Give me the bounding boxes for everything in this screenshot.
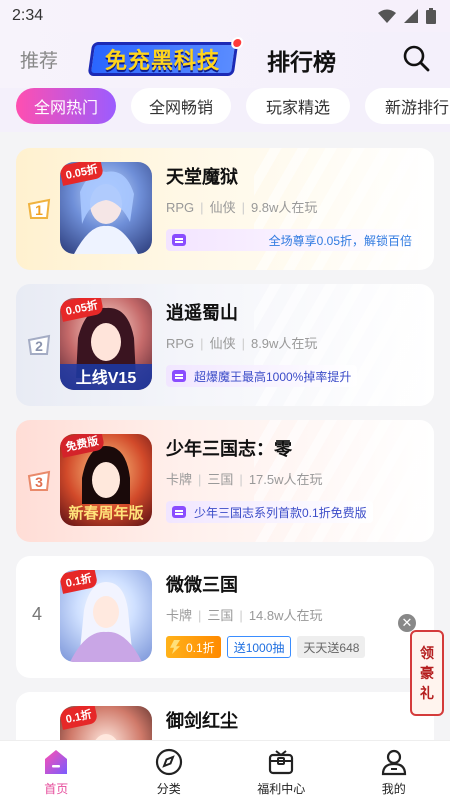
message-icon: [172, 506, 186, 518]
list-item[interactable]: 4 0.1折 微微三国 卡牌 | 三国 | 14.8w人在玩 0.1折 送1000抽 天…: [16, 556, 434, 678]
nav-profile[interactable]: 我的: [338, 741, 450, 800]
game-icon[interactable]: 上线V15 0.05折: [60, 298, 152, 390]
rank-number: 4: [32, 604, 43, 624]
ranking-list: 1 0.05折 天堂魔狱 RPG | 仙侠 | 9.8w人在玩 全场尊享0.05折，解锁…: [0, 132, 450, 740]
game-name: 天堂魔狱: [166, 167, 238, 187]
game-name: 御剑红尘: [166, 711, 238, 731]
svg-text:2: 2: [35, 338, 43, 354]
gift-floating-button[interactable]: 领 豪 礼 ✕: [398, 614, 450, 718]
promo-text: 全场尊享0.05折，解锁百倍: [268, 233, 412, 248]
message-icon: [172, 234, 186, 246]
game-name: 少年三国志：零: [166, 439, 292, 459]
page-title[interactable]: 排行榜: [267, 43, 336, 77]
gift-banner[interactable]: 领 豪 礼: [410, 630, 444, 716]
discount-tag: 0.1折: [166, 636, 221, 658]
status-icons: [378, 8, 436, 24]
status-bar: 2:34: [0, 0, 450, 32]
list-item[interactable]: 0.1折 御剑红尘: [16, 692, 434, 740]
list-item[interactable]: 2 上线V15 0.05折 逍遥蜀山 RPG | 仙侠 | 8.9w人在玩 超爆魔王最高…: [16, 284, 434, 406]
promo-text: 超爆魔王最高1000%掉率提升: [194, 369, 352, 384]
app-logo: 免充黑科技: [87, 37, 245, 76]
wifi-icon: [378, 9, 396, 23]
user-icon: [381, 749, 406, 776]
tab-new-games[interactable]: 新游排行: [365, 88, 450, 124]
svg-text:1: 1: [35, 202, 43, 218]
tab-player-picks[interactable]: 玩家精选: [246, 88, 351, 124]
game-icon[interactable]: 0.1折: [60, 706, 152, 740]
battery-icon: [426, 8, 436, 24]
game-meta: 卡牌 | 三国 | 14.8w人在玩: [166, 608, 323, 623]
list-item[interactable]: 3 新春周年版 免费版 少年三国志：零 卡牌 | 三国 | 17.5w人在玩 少年三国志…: [16, 420, 434, 542]
status-time: 2:34: [12, 7, 44, 24]
top-header: 推荐 免充黑科技 排行榜: [0, 32, 450, 88]
gift-box-icon: [269, 750, 294, 775]
home-icon: [45, 750, 68, 774]
promo-banner: 少年三国志系列首款0.1折免费版: [166, 501, 373, 523]
game-name: 微微三国: [166, 575, 238, 595]
nav-profile-label: 我的: [381, 782, 406, 796]
game-icon[interactable]: 0.05折: [60, 162, 152, 254]
nav-home-label: 首页: [44, 782, 69, 796]
close-icon[interactable]: ✕: [398, 614, 416, 632]
promo-banner: 超爆魔王最高1000%掉率提升: [166, 365, 358, 387]
svg-text:新春周年版: 新春周年版: [68, 504, 143, 522]
game-icon[interactable]: 新春周年版 免费版: [60, 434, 152, 526]
promo-text: 少年三国志系列首款0.1折免费版: [194, 505, 367, 520]
tab-bestselling[interactable]: 全网畅销: [131, 88, 231, 124]
nav-category-label: 分类: [156, 782, 181, 796]
list-item[interactable]: 1 0.05折 天堂魔狱 RPG | 仙侠 | 9.8w人在玩 全场尊享0.05折，解锁…: [16, 148, 434, 270]
rank-1-icon: 1: [27, 198, 51, 219]
bottom-nav: 首页 分类 福利中心 我的: [0, 740, 450, 800]
search-icon[interactable]: [402, 44, 430, 72]
svg-text:上线V15: 上线V15: [76, 368, 137, 387]
game-meta: RPG | 仙侠 | 9.8w人在玩: [166, 200, 318, 215]
tab-recommend[interactable]: 推荐: [20, 46, 58, 73]
nav-welfare[interactable]: 福利中心: [225, 741, 338, 800]
game-icon[interactable]: 0.1折: [60, 570, 152, 662]
tag-row: 0.1折 送1000抽 天天送648: [166, 636, 366, 658]
logo-text: 免充黑科技: [105, 48, 221, 73]
signal-icon: [404, 9, 418, 23]
compass-icon: [155, 748, 182, 776]
promo-banner: 全场尊享0.05折，解锁百倍: [166, 229, 418, 251]
lightning-icon: [170, 640, 180, 654]
daily-gift-tag: 天天送648: [297, 636, 366, 658]
rank-2-icon: 2: [27, 334, 51, 355]
game-meta: RPG | 仙侠 | 8.9w人在玩: [166, 336, 318, 351]
svg-text:3: 3: [35, 474, 43, 490]
draw-tag: 送1000抽: [226, 636, 292, 658]
game-meta: 卡牌 | 三国 | 17.5w人在玩: [166, 472, 323, 487]
game-name: 逍遥蜀山: [166, 303, 238, 323]
nav-welfare-label: 福利中心: [257, 782, 306, 796]
message-icon: [172, 370, 186, 382]
tab-hot[interactable]: 全网热门: [16, 88, 116, 124]
logo-red-dot: [230, 37, 245, 49]
nav-home[interactable]: 首页: [0, 741, 113, 800]
category-tabs: 全网热门 全网畅销 玩家精选 新游排行: [0, 88, 450, 132]
nav-category[interactable]: 分类: [113, 741, 226, 800]
rank-3-icon: 3: [27, 470, 51, 491]
